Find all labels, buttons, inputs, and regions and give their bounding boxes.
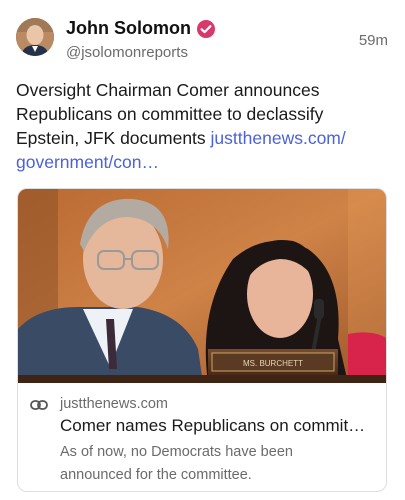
card-title: Comer names Republicans on commit… xyxy=(60,416,366,435)
card-domain: justthenews.com xyxy=(60,396,168,412)
verified-badge-icon xyxy=(197,19,215,38)
card-image: MS. BURCHETT xyxy=(18,189,386,383)
avatar[interactable] xyxy=(16,18,54,56)
author-name[interactable]: John Solomon xyxy=(66,18,215,39)
link-preview-card[interactable]: MS. BURCHETT justthenews.com Comer names… xyxy=(17,188,387,492)
author-name-text: John Solomon xyxy=(66,18,191,38)
link-icon xyxy=(30,400,48,410)
post-timestamp: 59m xyxy=(358,32,388,49)
social-post: John Solomon @jsolomonreports 59m Oversi… xyxy=(0,0,405,500)
card-description: As of now, no Democrats have been announ… xyxy=(60,444,293,483)
post-text: Oversight Chairman Comer announces Repub… xyxy=(16,78,388,174)
author-handle[interactable]: @jsolomonreports xyxy=(66,44,188,61)
nameplate-text: MS. BURCHETT xyxy=(243,359,303,368)
avatar-image xyxy=(16,18,54,56)
